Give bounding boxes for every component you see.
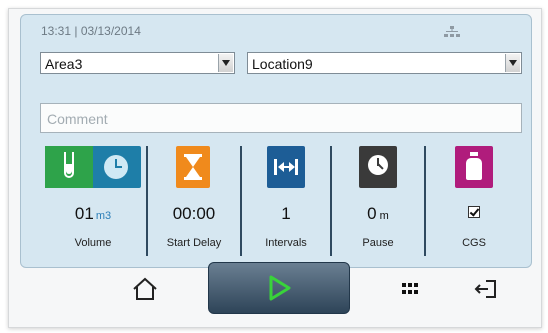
area-select[interactable]: Area3 — [40, 52, 235, 74]
grid-icon — [402, 283, 418, 294]
datetime-label: 13:31 | 03/13/2014 — [41, 24, 141, 38]
param-volume[interactable]: 01 m3 Volume — [40, 146, 146, 256]
network-icon — [444, 26, 460, 37]
location-select-value: Location9 — [252, 56, 313, 72]
logout-icon — [474, 280, 496, 298]
bottom-nav — [20, 262, 530, 320]
hourglass-icon — [176, 146, 210, 188]
play-button[interactable] — [208, 262, 350, 314]
comment-placeholder: Comment — [47, 111, 108, 127]
cgs-label: CGS — [462, 237, 486, 249]
intervals-value: 1 — [281, 204, 291, 223]
start-delay-label: Start Delay — [166, 237, 222, 249]
location-select[interactable]: Location9 — [247, 52, 522, 74]
area-select-value: Area3 — [45, 56, 83, 72]
param-intervals[interactable]: 1 Intervals — [242, 146, 330, 256]
start-delay-value: 00:00 — [172, 204, 216, 223]
status-bar: 13:31 | 03/13/2014 — [21, 15, 531, 45]
volume-unit: m3 — [95, 210, 112, 222]
pause-label: Pause — [362, 237, 394, 249]
logout-button[interactable] — [464, 264, 508, 316]
pause-value: 0 — [367, 204, 377, 223]
volume-value: 01 — [74, 204, 94, 223]
cgs-checkbox[interactable] — [468, 206, 480, 218]
apps-button[interactable] — [394, 264, 434, 316]
param-start-delay[interactable]: 00:00 Start Delay — [148, 146, 240, 256]
interval-icon — [267, 146, 305, 188]
param-pause[interactable]: 0m Pause — [332, 146, 424, 256]
tube-clock-icon — [45, 146, 141, 188]
intervals-label: Intervals — [265, 237, 307, 249]
volume-label: Volume — [74, 237, 112, 249]
param-cgs[interactable]: CGS — [426, 146, 522, 256]
clock-icon — [359, 146, 397, 188]
play-icon — [269, 275, 291, 301]
chevron-down-icon[interactable] — [218, 54, 233, 72]
home-icon — [133, 277, 157, 300]
bottle-icon — [455, 146, 493, 188]
parameter-row: 01 m3 Volume 00:00 Start Delay 1 Interval… — [40, 146, 522, 256]
comment-field[interactable]: Comment — [40, 103, 522, 133]
chevron-down-icon[interactable] — [505, 54, 520, 72]
home-button[interactable] — [120, 264, 170, 316]
pause-unit: m — [379, 210, 389, 222]
